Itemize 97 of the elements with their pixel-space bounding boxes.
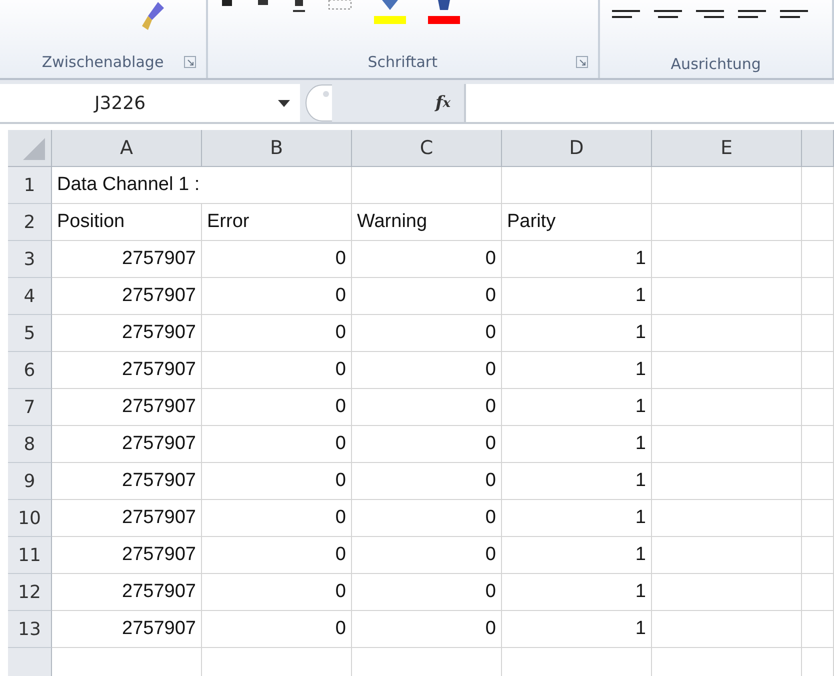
table-cell: 0 [202,389,352,426]
table-cell: 1 [502,426,652,463]
group-label: Zwischenablage [42,53,164,71]
table-cell: 1 [502,574,652,611]
table-cell: Position [52,204,202,241]
table-cell: 1 [502,611,652,648]
table-cell: 0 [352,352,502,389]
table-cell: 1 [502,315,652,352]
table-cell: 0 [202,574,352,611]
empty-cell [802,315,834,352]
empty-cell [802,204,834,241]
table-cell: 2757907 [52,463,202,500]
table-cell: 2757907 [52,611,202,648]
row-header[interactable]: 11 [8,537,52,574]
table-cell: 0 [202,315,352,352]
table-cell: 2757907 [52,278,202,315]
row-header[interactable]: 3 [8,241,52,278]
row-header[interactable]: 5 [8,315,52,352]
table-cell: 0 [202,500,352,537]
table-cell: 2757907 [52,426,202,463]
table-cell: 2757907 [52,500,202,537]
row-header[interactable]: 6 [8,352,52,389]
column-header[interactable]: A [52,130,202,167]
empty-cell [802,537,834,574]
row-header[interactable]: 1 [8,167,52,204]
table-cell: 1 [502,389,652,426]
table-cell: Warning [352,204,502,241]
align-icon[interactable] [612,10,640,20]
row-header[interactable]: 9 [8,463,52,500]
table-cell: 1 [502,352,652,389]
table-cell: 2757907 [52,537,202,574]
empty-cell [802,426,834,463]
column-header[interactable]: C [352,130,502,167]
formula-input[interactable] [464,84,834,122]
table-cell: 0 [352,278,502,315]
row-header[interactable]: 7 [8,389,52,426]
table-cell: 1 [502,500,652,537]
column-header[interactable]: D [502,130,652,167]
column-header[interactable]: B [202,130,352,167]
group-label: Ausrichtung [670,55,761,74]
table-cell: 1 [502,537,652,574]
align-icon[interactable] [738,10,766,20]
table-cell: 0 [202,463,352,500]
table-cell: 0 [352,241,502,278]
row-header[interactable]: 8 [8,426,52,463]
table-cell: 2757907 [52,574,202,611]
dialog-launcher-icon[interactable] [184,56,196,68]
empty-cell [802,389,834,426]
table-cell: 1 [502,463,652,500]
table-cell: 2757907 [52,315,202,352]
row-header[interactable]: 13 [8,611,52,648]
table-cell: Data Channel 1 : [52,167,352,204]
row-header[interactable]: 10 [8,500,52,537]
table-cell: 0 [202,278,352,315]
border-icon[interactable] [328,0,352,12]
row-header[interactable]: 2 [8,204,52,241]
table-cell: 2757907 [52,241,202,278]
triangle-icon [23,138,45,160]
empty-cell [802,463,834,500]
table-cell: 2757907 [52,352,202,389]
row-header[interactable]: 4 [8,278,52,315]
align-icon[interactable] [654,10,682,20]
table-cell: 0 [352,574,502,611]
table-cell: 0 [352,537,502,574]
table-cell: 0 [202,241,352,278]
table-cell: 0 [352,611,502,648]
name-box[interactable]: J3226 [0,84,300,122]
fill-color-icon[interactable] [374,0,406,26]
table-cell: 1 [502,241,652,278]
align-icon[interactable] [696,10,724,20]
table-cell: 0 [352,426,502,463]
empty-cell [802,241,834,278]
row-header[interactable]: 12 [8,574,52,611]
empty-cell [802,574,834,611]
table-cell: 0 [202,537,352,574]
table-cell: 0 [352,389,502,426]
table-cell: 0 [352,315,502,352]
align-icon[interactable] [780,10,808,20]
table-cell: 0 [352,463,502,500]
table-cell: 0 [202,352,352,389]
table-cell: Parity [502,204,652,241]
table-cell: 2757907 [52,389,202,426]
empty-cell [802,611,834,648]
table-cell: 0 [352,500,502,537]
dialog-launcher-icon[interactable] [576,56,588,68]
dropdown-icon[interactable] [278,100,290,108]
table-cell: 0 [202,426,352,463]
font-color-icon[interactable] [428,0,460,26]
group-label: Schriftart [368,53,438,71]
column-header[interactable]: E [652,130,802,167]
table-cell: 1 [502,278,652,315]
empty-cell [802,500,834,537]
table-cell: Error [202,204,352,241]
empty-cell [802,278,834,315]
table-cell: 0 [202,611,352,648]
insert-function-button[interactable]: fx [422,84,464,122]
empty-cell [802,352,834,389]
